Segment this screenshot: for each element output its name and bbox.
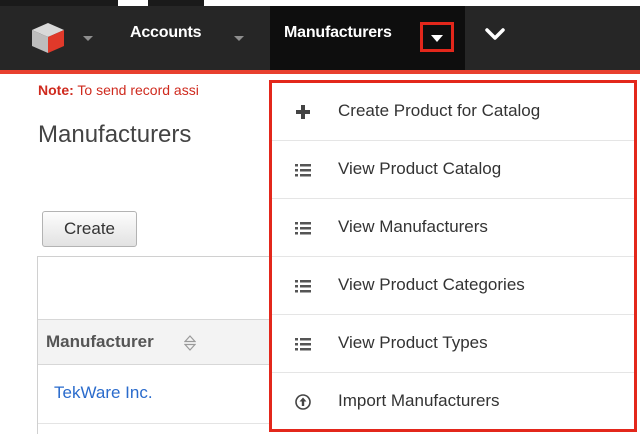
menu-item-view-catalog[interactable]: View Product Catalog	[272, 141, 634, 199]
menu-item-view-types[interactable]: View Product Types	[272, 315, 634, 373]
plus-icon	[296, 105, 310, 119]
column-header-manufacturer[interactable]: Manufacturer	[46, 332, 154, 352]
list-icon	[295, 338, 311, 351]
menu-item-label: View Product Catalog	[338, 159, 502, 178]
chevron-down-icon[interactable]	[484, 26, 506, 42]
strip-segment	[148, 0, 204, 6]
list-icon	[295, 280, 311, 293]
note-prefix: Note:	[38, 82, 74, 98]
accounts-caret-icon[interactable]	[234, 36, 244, 41]
upload-circle-icon	[295, 394, 311, 410]
strip-segment	[0, 0, 118, 6]
top-navbar: Accounts Manufacturers	[0, 0, 640, 74]
manufacturers-dropdown-toggle[interactable]	[420, 22, 454, 52]
menu-item-label: View Product Types	[338, 333, 488, 352]
nav-accounts[interactable]: Accounts	[130, 24, 202, 42]
table-header-row: Manufacturer	[38, 319, 278, 365]
caret-down-icon	[431, 34, 443, 42]
menu-item-view-categories[interactable]: View Product Categories	[272, 257, 634, 315]
note-message: Note: To send record assi	[38, 82, 199, 98]
create-button[interactable]: Create	[42, 211, 137, 247]
page-title: Manufacturers	[38, 121, 192, 148]
list-icon	[295, 164, 311, 177]
menu-item-import-manufacturers[interactable]: Import Manufacturers	[272, 373, 634, 431]
menu-item-view-manufacturers[interactable]: View Manufacturers	[272, 199, 634, 257]
list-icon	[295, 222, 311, 235]
row-divider	[38, 423, 278, 424]
menu-item-label: Create Product for Catalog	[338, 101, 541, 120]
table-row-link[interactable]: TekWare Inc.	[54, 383, 153, 403]
cube-logo-icon[interactable]	[30, 21, 66, 55]
menu-item-label: View Manufacturers	[338, 217, 488, 236]
menu-item-label: View Product Categories	[338, 275, 525, 294]
nav-manufacturers[interactable]: Manufacturers	[284, 24, 392, 42]
sort-icon[interactable]	[184, 335, 196, 351]
menu-item-create-product[interactable]: Create Product for Catalog	[272, 83, 634, 141]
menu-item-label: Import Manufacturers	[338, 391, 500, 410]
note-text: To send record assi	[73, 82, 199, 98]
logo-caret-icon[interactable]	[83, 36, 93, 41]
manufacturers-dropdown-menu: Create Product for Catalog View Product …	[269, 80, 637, 432]
